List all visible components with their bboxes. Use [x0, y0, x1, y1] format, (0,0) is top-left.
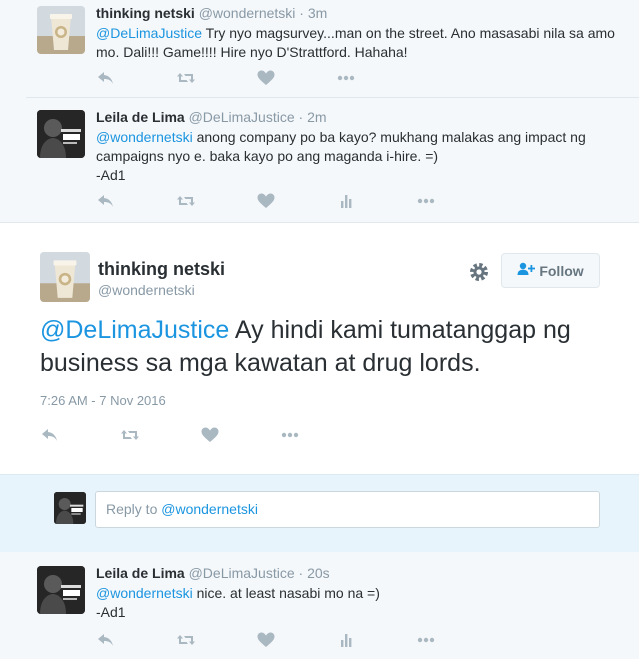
tweet-signature: -Ad1	[96, 604, 126, 620]
retweet-icon[interactable]	[120, 426, 140, 444]
avatar[interactable]	[37, 6, 85, 54]
more-icon[interactable]	[416, 192, 436, 210]
retweet-icon[interactable]	[176, 631, 196, 649]
analytics-icon[interactable]	[336, 192, 356, 210]
avatar[interactable]	[37, 110, 85, 158]
tweet-timestamp[interactable]: 20s	[307, 565, 330, 581]
tweet-timestamp[interactable]: 7:26 AM - 7 Nov 2016	[40, 393, 166, 408]
context-tweet[interactable]: Leila de Lima @DeLimaJustice · 2m @wonde…	[0, 98, 639, 222]
user-name[interactable]: Leila de Lima	[96, 565, 185, 581]
follow-button[interactable]: Follow	[501, 253, 600, 288]
reply-icon[interactable]	[40, 426, 60, 444]
avatar	[54, 492, 86, 524]
tweet-text: @DeLimaJustice Ay hindi kami tumatanggap…	[40, 314, 620, 380]
more-icon[interactable]	[280, 426, 300, 444]
tweet-body: nice. at least nasabi mo na =)	[192, 585, 380, 601]
avatar[interactable]	[40, 252, 90, 302]
permalink-tweet: thinking netski @wondernetski Follow @De…	[0, 222, 639, 474]
tweet-text: @wondernetski anong company po ba kayo? …	[96, 128, 616, 185]
separator-dot: ·	[298, 109, 304, 125]
tweet-timestamp[interactable]: 3m	[308, 5, 327, 21]
reply-icon[interactable]	[96, 69, 116, 87]
user-name[interactable]: thinking netski	[98, 259, 225, 280]
separator-dot: ·	[298, 565, 304, 581]
reply-icon[interactable]	[96, 631, 116, 649]
gear-icon[interactable]	[466, 259, 492, 285]
mention-link[interactable]: @DeLimaJustice	[40, 316, 229, 344]
heart-icon[interactable]	[256, 192, 276, 210]
reply-icon[interactable]	[96, 192, 116, 210]
tweet-text: @DeLimaJustice Try nyo magsurvey...man o…	[96, 24, 616, 62]
heart-icon[interactable]	[200, 426, 220, 444]
analytics-icon[interactable]	[336, 631, 356, 649]
replies-section: Leila de Lima @DeLimaJustice · 20s @wond…	[0, 552, 639, 659]
follow-person-icon	[517, 262, 536, 279]
user-name[interactable]: Leila de Lima	[96, 109, 185, 125]
follow-label: Follow	[539, 262, 584, 279]
more-icon[interactable]	[416, 631, 436, 649]
tweet-timestamp[interactable]: 2m	[307, 109, 326, 125]
user-name[interactable]: thinking netski	[96, 5, 195, 21]
reply-mention: @wondernetski	[161, 501, 258, 517]
reply-composer: Reply to @wondernetski	[0, 474, 639, 552]
retweet-icon[interactable]	[176, 192, 196, 210]
heart-icon[interactable]	[256, 631, 276, 649]
user-handle[interactable]: @DeLimaJustice	[189, 565, 295, 581]
mention-link[interactable]: @wondernetski	[96, 585, 193, 601]
reply-tweet[interactable]: Leila de Lima @DeLimaJustice · 20s @wond…	[0, 552, 639, 659]
retweet-icon[interactable]	[176, 69, 196, 87]
mention-link[interactable]: @DeLimaJustice	[96, 25, 202, 41]
heart-icon[interactable]	[256, 69, 276, 87]
avatar[interactable]	[37, 566, 85, 614]
user-handle[interactable]: @DeLimaJustice	[189, 109, 295, 125]
mention-link[interactable]: @wondernetski	[96, 129, 193, 145]
tweet-signature: -Ad1	[96, 167, 126, 183]
tweet-text: @wondernetski nice. at least nasabi mo n…	[96, 584, 616, 622]
separator-dot: ·	[299, 5, 304, 21]
reply-placeholder: Reply to	[106, 501, 162, 517]
user-handle[interactable]: @wondernetski	[199, 5, 296, 21]
more-icon[interactable]	[336, 69, 356, 87]
context-tweet[interactable]: thinking netski @wondernetski · 3m @DeLi…	[0, 0, 639, 97]
user-handle[interactable]: @wondernetski	[98, 282, 195, 298]
reply-input[interactable]: Reply to @wondernetski	[95, 491, 600, 528]
conversation-context-top: thinking netski @wondernetski · 3m @DeLi…	[0, 0, 639, 222]
